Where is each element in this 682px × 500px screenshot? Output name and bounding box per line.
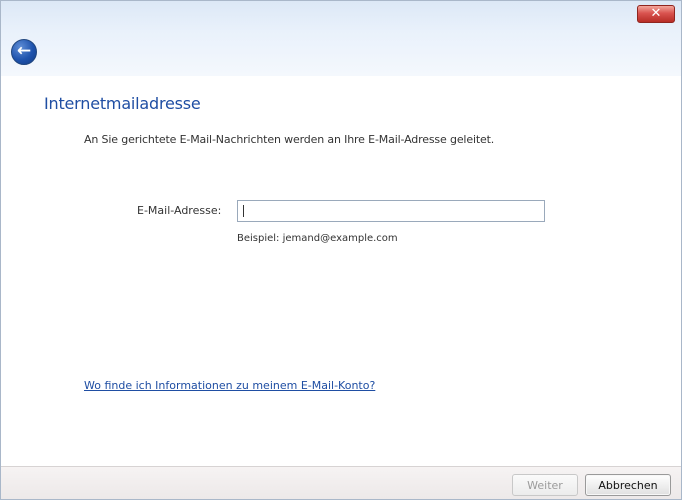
page-title: Internetmailadresse: [44, 94, 201, 113]
email-setup-window: ✕ ← Internetmailadresse An Sie gerichtet…: [0, 0, 682, 500]
title-bar: ✕ ←: [1, 1, 681, 77]
intro-text: An Sie gerichtete E-Mail-Nachrichten wer…: [84, 133, 495, 146]
text-caret: [243, 205, 244, 217]
email-example-text: Beispiel: jemand@example.com: [237, 233, 398, 244]
next-button[interactable]: Weiter: [512, 474, 578, 496]
back-arrow-icon: ←: [16, 41, 32, 61]
close-icon: ✕: [650, 6, 662, 21]
main-content: Internetmailadresse An Sie gerichtete E-…: [1, 76, 681, 466]
email-field[interactable]: [237, 200, 545, 222]
email-label: E-Mail-Adresse:: [137, 204, 222, 217]
back-button[interactable]: ←: [11, 39, 37, 65]
close-button[interactable]: ✕: [637, 5, 675, 23]
cancel-button[interactable]: Abbrechen: [585, 474, 671, 496]
dialog-footer: Weiter Abbrechen: [1, 466, 681, 499]
email-account-help-link[interactable]: Wo finde ich Informationen zu meinem E-M…: [84, 379, 375, 392]
